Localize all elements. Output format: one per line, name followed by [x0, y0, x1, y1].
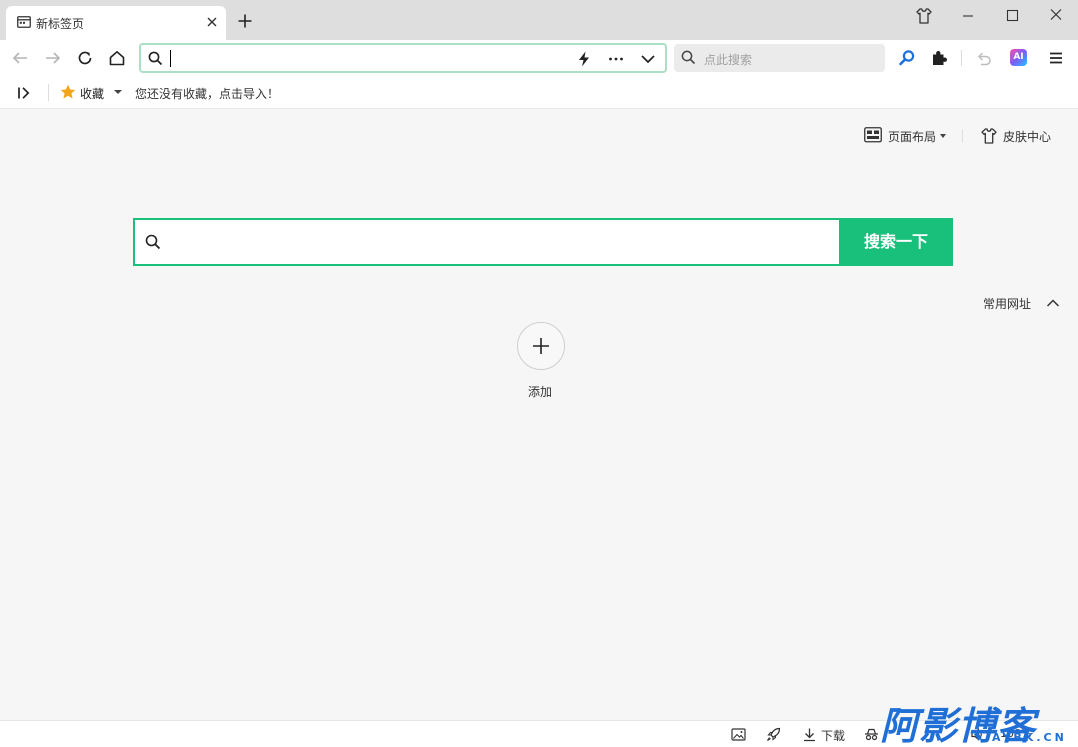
skin-center-label: 皮肤中心	[1003, 130, 1052, 144]
download-label[interactable]: 下载	[821, 727, 845, 744]
content-divider	[962, 129, 963, 143]
watermark-sub: AYBK.CN	[992, 731, 1067, 744]
home-icon[interactable]	[108, 49, 126, 67]
main-search-input[interactable]	[169, 220, 829, 264]
text-caret	[170, 50, 171, 67]
undo-icon[interactable]	[975, 49, 993, 67]
menu-icon[interactable]	[1047, 49, 1065, 67]
chevron-up-icon[interactable]	[1046, 296, 1060, 310]
toolbar-divider	[961, 50, 962, 66]
more-icon[interactable]	[607, 50, 625, 68]
download-icon[interactable]	[802, 727, 817, 742]
incognito-icon[interactable]	[864, 727, 879, 742]
lightning-icon[interactable]	[575, 50, 593, 68]
skin-icon	[980, 127, 998, 145]
rocket-icon[interactable]	[766, 727, 781, 742]
tab-page-icon	[17, 16, 31, 28]
bookmarks-divider	[48, 84, 49, 101]
maximize-icon[interactable]	[1002, 6, 1022, 26]
search-icon	[145, 234, 161, 250]
main-search-box: 搜索一下	[133, 218, 953, 266]
tab-title: 新标签页	[36, 17, 85, 31]
back-icon[interactable]	[11, 49, 29, 67]
find-icon[interactable]	[898, 49, 916, 67]
tab-strip: 新标签页	[0, 0, 1078, 40]
plus-icon[interactable]	[237, 13, 253, 29]
add-site-button[interactable]	[517, 322, 565, 370]
extensions-icon[interactable]	[930, 49, 948, 67]
minimize-icon[interactable]	[958, 6, 978, 26]
search-icon	[681, 50, 696, 65]
sidebar-toggle-icon[interactable]	[16, 85, 32, 101]
favorites-dropdown-icon[interactable]	[114, 90, 122, 94]
import-bookmarks-link[interactable]: 您还没有收藏，点击导入！	[135, 85, 279, 102]
favorites-button[interactable]: 收藏	[80, 85, 104, 102]
add-site-label: 添加	[528, 385, 553, 399]
common-sites-label[interactable]: 常用网址	[983, 295, 1031, 312]
search-icon	[148, 51, 163, 66]
layout-icon	[864, 127, 882, 143]
site-watermark: 阿影博客 AYBK.CN	[880, 695, 1078, 747]
navigation-toolbar: 点此搜索 AI	[0, 40, 1078, 76]
address-bar[interactable]	[139, 43, 667, 73]
forward-icon[interactable]	[44, 49, 62, 67]
ai-assistant-button[interactable]: AI	[1010, 49, 1027, 66]
chevron-down-icon	[940, 134, 946, 138]
page-layout-label: 页面布局	[888, 130, 937, 144]
search-button[interactable]: 搜索一下	[839, 218, 953, 266]
close-window-icon[interactable]	[1046, 6, 1066, 26]
reload-icon[interactable]	[76, 49, 94, 67]
search-placeholder: 点此搜索	[704, 53, 753, 67]
tab-new-tab[interactable]: 新标签页	[6, 6, 226, 40]
star-icon	[60, 84, 76, 100]
close-icon[interactable]	[206, 16, 218, 28]
toolbar-search-box[interactable]: 点此搜索	[674, 44, 885, 72]
chevron-down-icon[interactable]	[639, 50, 657, 68]
image-icon[interactable]	[731, 727, 746, 742]
skin-icon[interactable]	[914, 6, 934, 26]
bookmarks-bar: 收藏 您还没有收藏，点击导入！	[0, 76, 1078, 109]
